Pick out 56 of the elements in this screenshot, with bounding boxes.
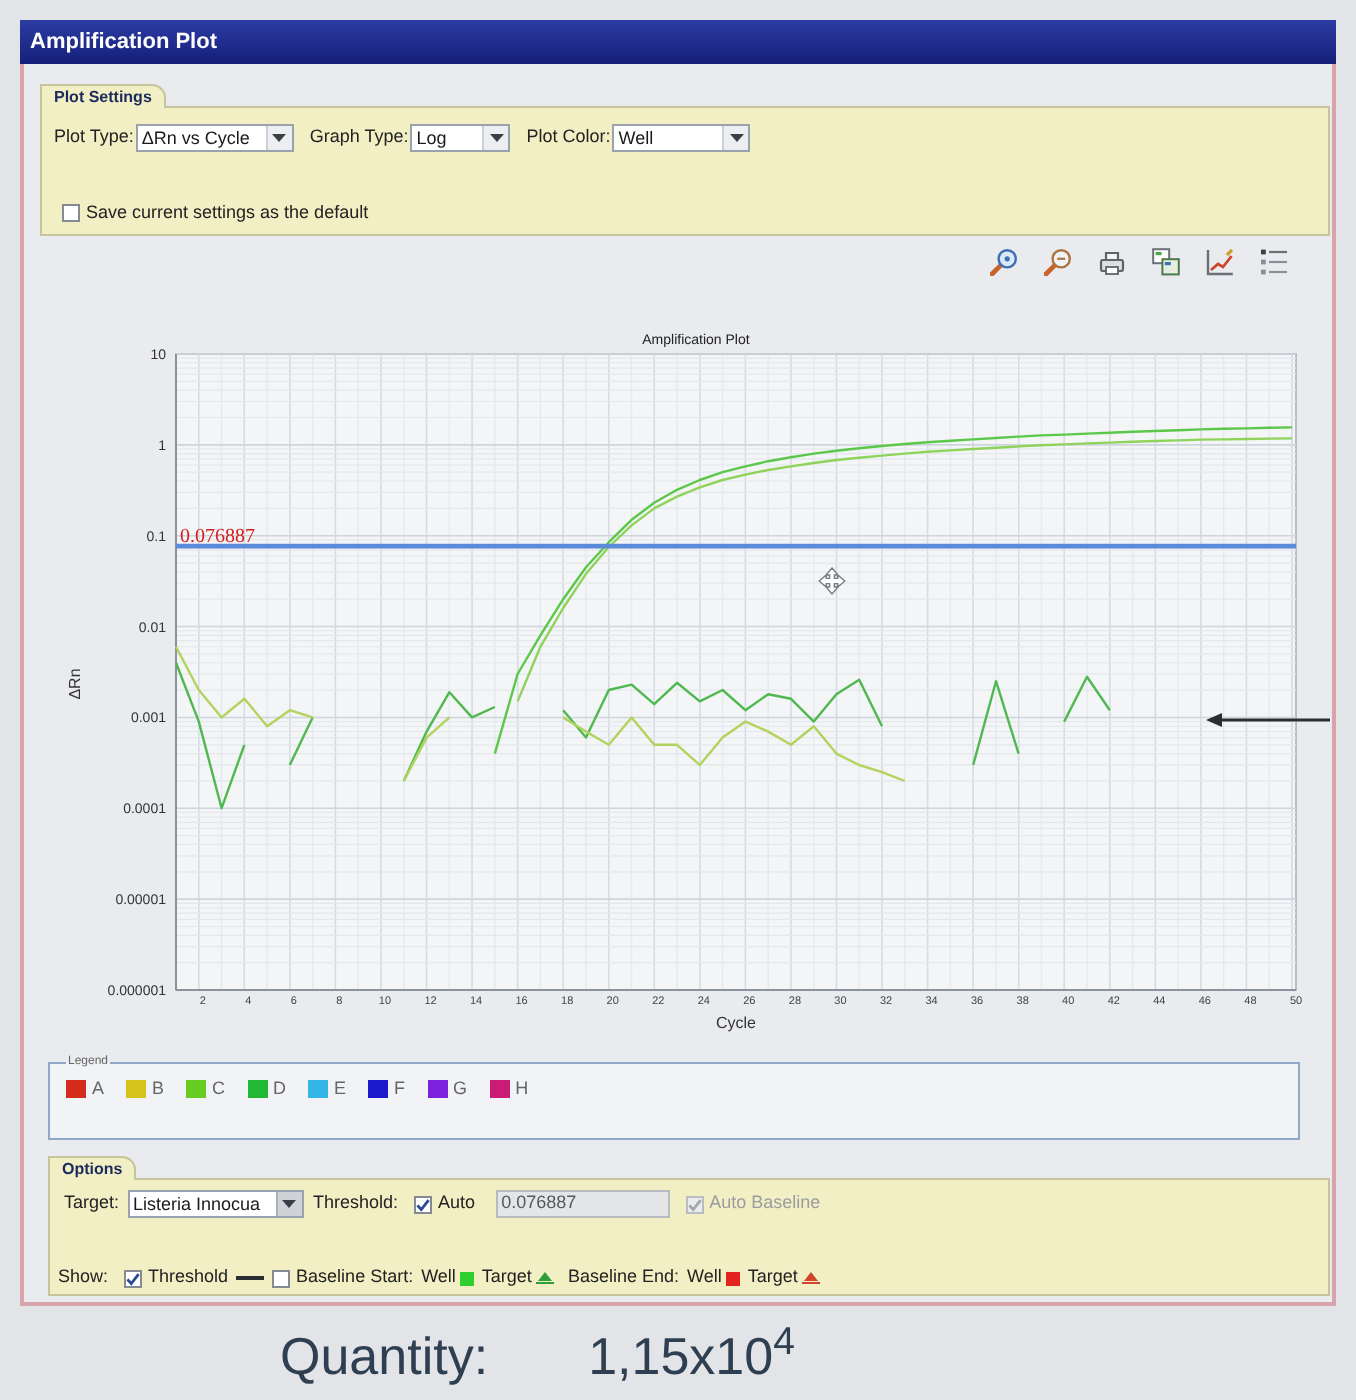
check-icon xyxy=(126,1271,141,1285)
y-axis-label: ΔRn xyxy=(66,668,84,700)
zoom-out-icon[interactable] xyxy=(1044,248,1072,276)
group-box-title: Plot Settings xyxy=(40,84,166,108)
checkbox[interactable] xyxy=(272,1269,291,1287)
field-label: Graph Type: xyxy=(309,124,409,151)
dropdown[interactable]: Listeria Innocua xyxy=(127,1190,304,1218)
marker-label: Target xyxy=(481,1264,532,1291)
legend-label: C xyxy=(212,1076,226,1102)
caret-icon xyxy=(729,134,744,142)
x-axis-label: Cycle xyxy=(716,1014,756,1032)
copy-icon[interactable] xyxy=(1152,248,1180,276)
checkbox-label: Auto Baseline xyxy=(709,1190,821,1217)
caret-icon xyxy=(272,134,287,142)
legend-label: B xyxy=(152,1076,165,1102)
zoom-in-icon[interactable] xyxy=(990,248,1018,276)
marker-label: Well xyxy=(421,1264,456,1291)
field-label: Threshold: xyxy=(313,1190,399,1217)
checkbox[interactable] xyxy=(62,204,80,223)
quantity-value: 1,15x10$^{4}$ xyxy=(588,1326,795,1386)
legend-label: E xyxy=(334,1076,347,1102)
field-label: Target: xyxy=(64,1190,120,1217)
field-label: Show: xyxy=(58,1264,109,1291)
checkbox-label: Threshold xyxy=(148,1264,229,1291)
dropdown[interactable]: Well xyxy=(612,124,751,152)
marker-label: Well xyxy=(686,1264,722,1291)
check-icon xyxy=(416,1197,431,1211)
checkbox[interactable] xyxy=(124,1269,143,1287)
legend-label: D xyxy=(273,1076,287,1102)
legend-label: G xyxy=(453,1076,468,1102)
threshold-value-label: 0.076887 xyxy=(180,526,255,549)
checkbox[interactable] xyxy=(414,1195,433,1213)
field-label: Plot Type: xyxy=(54,124,134,151)
legend-label: F xyxy=(394,1076,406,1102)
pointer-arrow xyxy=(1206,713,1330,727)
caret-icon xyxy=(282,1200,297,1208)
list-icon[interactable] xyxy=(1260,248,1288,276)
option-label: Baseline End: xyxy=(567,1264,679,1291)
checkbox-label: Save current settings as the default xyxy=(86,200,369,226)
line-chart-icon[interactable] xyxy=(1206,248,1234,276)
marker-label: Target xyxy=(747,1264,798,1291)
caret-icon xyxy=(489,134,504,142)
legend-label: H xyxy=(515,1076,529,1102)
checkbox-label: Baseline Start: xyxy=(296,1264,414,1291)
window-title: Amplification Plot xyxy=(20,20,1336,64)
group-box-title: Options xyxy=(48,1156,137,1180)
check-icon xyxy=(687,1197,702,1211)
checkbox-label: Auto xyxy=(438,1190,476,1217)
printer-icon[interactable] xyxy=(1098,248,1126,276)
line-swatch-icon xyxy=(236,1276,265,1280)
field-label: Plot Color: xyxy=(526,124,611,151)
dropdown[interactable]: ΔRn vs Cycle xyxy=(135,124,294,152)
move-cursor-icon xyxy=(818,566,846,596)
dropdown[interactable]: Log xyxy=(410,124,511,152)
legend-label: A xyxy=(92,1076,105,1102)
quantity-label: Quantity: xyxy=(280,1326,489,1386)
